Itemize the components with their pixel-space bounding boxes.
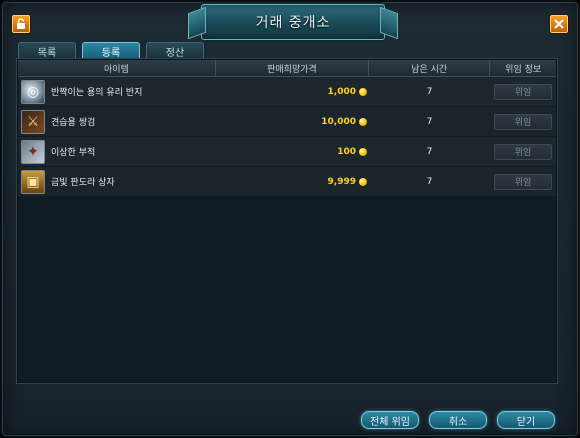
delegate-button[interactable]: 위임 — [494, 173, 552, 190]
dual-swords-icon: ⚔ — [21, 109, 45, 134]
table-header: 아이템 판매희망가격 남은 시간 위임 정보 — [18, 60, 556, 77]
info-cell: 위임 — [490, 77, 556, 106]
time-remaining: 7 — [426, 86, 433, 97]
listing-rows: ◎ 반짝이는 용의 유리 반지 1,000 7 위임 ⚔ 견습용 쌍검 10,0… — [18, 77, 556, 197]
item-name: 반짝이는 용의 유리 반지 — [51, 88, 143, 98]
charm-icon: ✦ — [21, 139, 45, 164]
tab-register[interactable]: 등록 — [82, 42, 140, 59]
table-row[interactable]: ◎ 반짝이는 용의 유리 반지 1,000 7 위임 — [18, 77, 556, 107]
treasure-chest-icon: ▣ — [21, 169, 45, 194]
delegate-all-button[interactable]: 전체 위임 — [361, 411, 419, 429]
item-cell: ⚔ 견습용 쌍검 — [18, 107, 216, 136]
item-cell: ◎ 반짝이는 용의 유리 반지 — [18, 77, 216, 106]
x-glyph-icon — [554, 19, 564, 29]
price-cell: 9,999 — [216, 167, 369, 196]
delegate-button[interactable]: 위임 — [494, 83, 552, 100]
info-cell: 위임 — [490, 167, 556, 196]
delegate-button[interactable]: 위임 — [494, 113, 552, 130]
time-remaining: 7 — [426, 146, 433, 157]
header-time[interactable]: 남은 시간 — [369, 60, 491, 76]
time-remaining: 7 — [426, 176, 433, 187]
gold-coin-icon — [359, 117, 367, 126]
item-name: 금빛 판도라 상자 — [51, 178, 115, 188]
price-cell: 10,000 — [216, 107, 369, 136]
info-cell: 위임 — [490, 107, 556, 136]
price-value: 100 — [337, 146, 356, 157]
trade-broker-window: 거래 중개소 목록 등록 정산 아이템 판매희망가격 남은 시간 위임 정보 ◎… — [0, 0, 580, 438]
time-remaining: 7 — [426, 116, 433, 127]
lock-glyph-icon — [17, 18, 25, 29]
header-info[interactable]: 위임 정보 — [490, 60, 556, 76]
window-title: 거래 중개소 — [255, 15, 331, 31]
close-icon[interactable] — [549, 14, 569, 34]
tab-list[interactable]: 목록 — [18, 42, 76, 59]
table-row[interactable]: ⚔ 견습용 쌍검 10,000 7 위임 — [18, 107, 556, 137]
tab-settlement[interactable]: 정산 — [146, 42, 204, 59]
listing-panel: 아이템 판매희망가격 남은 시간 위임 정보 ◎ 반짝이는 용의 유리 반지 1… — [16, 58, 558, 384]
item-name: 이상한 부적 — [51, 148, 96, 158]
footer-bar: 전체 위임 취소 닫기 — [2, 411, 578, 429]
gold-coin-icon — [359, 147, 367, 156]
price-value: 9,999 — [327, 176, 356, 187]
cancel-button[interactable]: 취소 — [429, 411, 487, 429]
lock-icon[interactable] — [11, 14, 31, 34]
table-row[interactable]: ▣ 금빛 판도라 상자 9,999 7 위임 — [18, 167, 556, 197]
delegate-button[interactable]: 위임 — [494, 143, 552, 160]
title-banner: 거래 중개소 — [201, 4, 385, 40]
ring-icon: ◎ — [21, 79, 45, 104]
header-item[interactable]: 아이템 — [18, 60, 216, 76]
price-cell: 100 — [216, 137, 369, 166]
info-cell: 위임 — [490, 137, 556, 166]
gold-coin-icon — [359, 177, 367, 186]
price-value: 1,000 — [327, 86, 356, 97]
header-price[interactable]: 판매희망가격 — [216, 60, 370, 76]
gold-coin-icon — [359, 87, 367, 96]
tab-bar: 목록 등록 정산 — [18, 42, 204, 59]
item-name: 견습용 쌍검 — [51, 118, 96, 128]
price-cell: 1,000 — [216, 77, 369, 106]
table-row[interactable]: ✦ 이상한 부적 100 7 위임 — [18, 137, 556, 167]
price-value: 10,000 — [321, 116, 356, 127]
item-cell: ▣ 금빛 판도라 상자 — [18, 167, 216, 196]
item-cell: ✦ 이상한 부적 — [18, 137, 216, 166]
close-button[interactable]: 닫기 — [497, 411, 555, 429]
